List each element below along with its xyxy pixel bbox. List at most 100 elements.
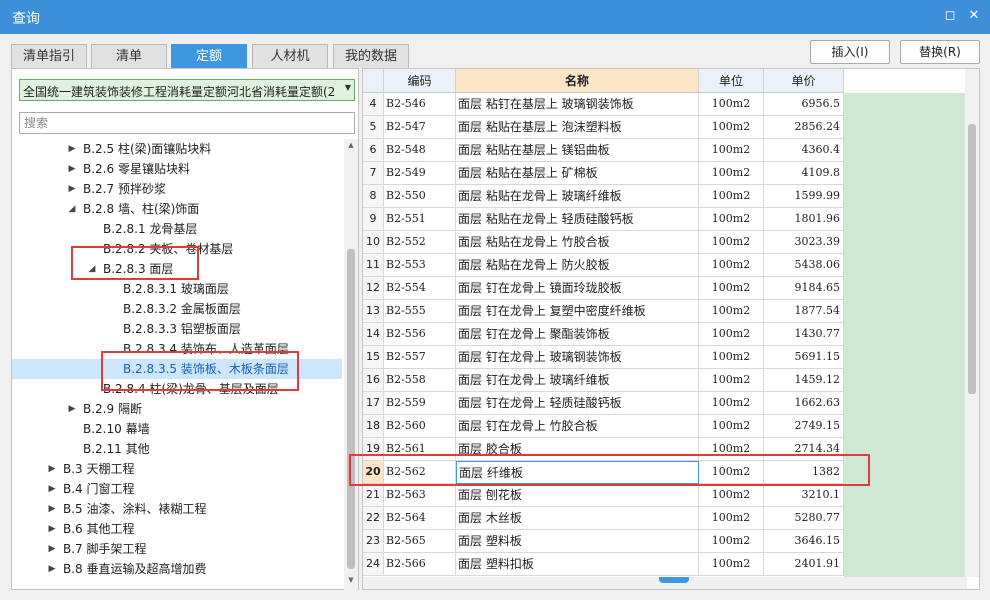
table-row[interactable]: 5 B2-547 面层 粘贴在基层上 泡沫塑料板 100m2 2856.24	[363, 116, 979, 139]
name-cell[interactable]: 面层 钉在龙骨上 玻璃纤维板	[456, 369, 699, 392]
code-cell[interactable]: B2-549	[384, 162, 456, 185]
code-cell[interactable]: B2-555	[384, 300, 456, 323]
scroll-thumb[interactable]	[347, 249, 355, 569]
tree-item[interactable]: ▶ B.4 门窗工程	[12, 479, 342, 499]
price-cell[interactable]: 3023.39	[764, 231, 844, 254]
tree-item[interactable]: B.2.8.1 龙骨基层	[12, 219, 342, 239]
unit-cell[interactable]: 100m2	[699, 415, 764, 438]
unit-cell[interactable]: 100m2	[699, 116, 764, 139]
table-row[interactable]: 21 B2-563 面层 刨花板 100m2 3210.1	[363, 484, 979, 507]
price-cell[interactable]: 3210.1	[764, 484, 844, 507]
name-cell[interactable]: 面层 钉在龙骨上 竹胶合板	[456, 415, 699, 438]
price-cell[interactable]: 3646.15	[764, 530, 844, 553]
price-cell[interactable]: 1459.12	[764, 369, 844, 392]
name-header[interactable]: 名称	[456, 69, 699, 93]
name-cell[interactable]: 面层 塑料板	[456, 530, 699, 553]
name-cell[interactable]: 面层 刨花板	[456, 484, 699, 507]
tree-scrollbar[interactable]: ▲ ▼	[344, 139, 358, 590]
table-row[interactable]: 13 B2-555 面层 钉在龙骨上 复塑中密度纤维板 100m2 1877.54	[363, 300, 979, 323]
expand-icon[interactable]: ▶	[47, 479, 57, 499]
expand-icon[interactable]: ▶	[67, 179, 77, 199]
scroll-up-icon[interactable]: ▲	[344, 141, 358, 153]
unit-header[interactable]: 单位	[699, 69, 764, 93]
price-cell[interactable]: 1599.99	[764, 185, 844, 208]
unit-cell[interactable]: 100m2	[699, 231, 764, 254]
table-row[interactable]: 9 B2-551 面层 粘贴在龙骨上 轻质硅酸钙板 100m2 1801.96	[363, 208, 979, 231]
code-cell[interactable]: B2-554	[384, 277, 456, 300]
name-cell[interactable]: 面层 粘贴在基层上 泡沫塑料板	[456, 116, 699, 139]
name-cell[interactable]: 面层 钉在龙骨上 复塑中密度纤维板	[456, 300, 699, 323]
price-cell[interactable]: 2856.24	[764, 116, 844, 139]
unit-cell[interactable]: 100m2	[699, 139, 764, 162]
table-row[interactable]: 18 B2-560 面层 钉在龙骨上 竹胶合板 100m2 2749.15	[363, 415, 979, 438]
grid-hscrollbar[interactable]	[363, 577, 967, 589]
code-cell[interactable]: B2-546	[384, 93, 456, 116]
code-cell[interactable]: B2-553	[384, 254, 456, 277]
expand-icon[interactable]: ▶	[67, 399, 77, 419]
grid-scrollbar[interactable]	[965, 69, 979, 577]
scroll-down-icon[interactable]: ▼	[344, 576, 358, 588]
collapse-icon[interactable]: ◢	[67, 199, 77, 219]
price-cell[interactable]: 1430.77	[764, 323, 844, 346]
replace-button[interactable]: 替换(R)	[900, 40, 980, 64]
unit-cell[interactable]: 100m2	[699, 185, 764, 208]
code-header[interactable]: 编码	[384, 69, 456, 93]
code-cell[interactable]: B2-548	[384, 139, 456, 162]
unit-cell[interactable]: 100m2	[699, 162, 764, 185]
name-cell[interactable]: 面层 粘贴在基层上 矿棉板	[456, 162, 699, 185]
table-row[interactable]: 7 B2-549 面层 粘贴在基层上 矿棉板 100m2 4109.8	[363, 162, 979, 185]
name-cell[interactable]: 面层 塑料扣板	[456, 553, 699, 576]
unit-cell[interactable]: 100m2	[699, 254, 764, 277]
price-header[interactable]: 单价	[764, 69, 844, 93]
code-cell[interactable]: B2-563	[384, 484, 456, 507]
name-cell[interactable]: 面层 木丝板	[456, 507, 699, 530]
expand-icon[interactable]: ▶	[47, 459, 57, 479]
table-row[interactable]: 8 B2-550 面层 粘贴在龙骨上 玻璃纤维板 100m2 1599.99	[363, 185, 979, 208]
table-row[interactable]: 6 B2-548 面层 粘贴在基层上 镁铝曲板 100m2 4360.4	[363, 139, 979, 162]
tree-item[interactable]: B.2.8.3.1 玻璃面层	[12, 279, 342, 299]
unit-cell[interactable]: 100m2	[699, 323, 764, 346]
tree-item[interactable]: B.2.8.3.2 金属板面层	[12, 299, 342, 319]
expand-icon[interactable]: ▶	[67, 159, 77, 179]
tree-item[interactable]: ▶ B.7 脚手架工程	[12, 539, 342, 559]
unit-cell[interactable]: 100m2	[699, 369, 764, 392]
price-cell[interactable]: 5691.15	[764, 346, 844, 369]
table-row[interactable]: 24 B2-566 面层 塑料扣板 100m2 2401.91	[363, 553, 979, 576]
name-cell[interactable]: 面层 钉在龙骨上 镜面玲珑胶板	[456, 277, 699, 300]
code-cell[interactable]: B2-547	[384, 116, 456, 139]
tab-bill-guide[interactable]: 清单指引	[11, 44, 87, 68]
table-row[interactable]: 11 B2-553 面层 粘贴在龙骨上 防火胶板 100m2 5438.06	[363, 254, 979, 277]
tree-item[interactable]: ▶ B.5 油漆、涂料、裱糊工程	[12, 499, 342, 519]
tree-item[interactable]: ◢ B.2.8 墙、柱(梁)饰面	[12, 199, 342, 219]
unit-cell[interactable]: 100m2	[699, 553, 764, 576]
unit-cell[interactable]: 100m2	[699, 208, 764, 231]
expand-icon[interactable]: ▶	[67, 139, 77, 159]
price-cell[interactable]: 1801.96	[764, 208, 844, 231]
name-cell[interactable]: 面层 钉在龙骨上 玻璃钢装饰板	[456, 346, 699, 369]
tree-item[interactable]: B.2.10 幕墙	[12, 419, 342, 439]
chevron-down-icon[interactable]: ▼	[345, 83, 351, 92]
tree-item[interactable]: B.2.11 其他	[12, 439, 342, 459]
tab-labor-material[interactable]: 人材机	[252, 44, 328, 68]
search-input[interactable]	[19, 112, 355, 134]
code-cell[interactable]: B2-551	[384, 208, 456, 231]
unit-cell[interactable]: 100m2	[699, 484, 764, 507]
code-cell[interactable]: B2-558	[384, 369, 456, 392]
table-row[interactable]: 17 B2-559 面层 钉在龙骨上 轻质硅酸钙板 100m2 1662.63	[363, 392, 979, 415]
price-cell[interactable]: 5438.06	[764, 254, 844, 277]
tree-item[interactable]: ▶ B.2.7 预拌砂浆	[12, 179, 342, 199]
unit-cell[interactable]: 100m2	[699, 507, 764, 530]
unit-cell[interactable]: 100m2	[699, 530, 764, 553]
unit-cell[interactable]: 100m2	[699, 392, 764, 415]
expand-icon[interactable]: ▶	[47, 519, 57, 539]
insert-button[interactable]: 插入(I)	[810, 40, 890, 64]
table-row[interactable]: 10 B2-552 面层 粘贴在龙骨上 竹胶合板 100m2 3023.39	[363, 231, 979, 254]
tree-item[interactable]: B.2.8.3.3 铝塑板面层	[12, 319, 342, 339]
name-cell[interactable]: 面层 粘贴在龙骨上 轻质硅酸钙板	[456, 208, 699, 231]
name-cell[interactable]: 面层 粘贴在龙骨上 竹胶合板	[456, 231, 699, 254]
splitter-handle[interactable]	[659, 577, 689, 583]
code-cell[interactable]: B2-559	[384, 392, 456, 415]
price-cell[interactable]: 6956.5	[764, 93, 844, 116]
tab-bill[interactable]: 清单	[91, 44, 167, 68]
table-row[interactable]: 12 B2-554 面层 钉在龙骨上 镜面玲珑胶板 100m2 9184.65	[363, 277, 979, 300]
